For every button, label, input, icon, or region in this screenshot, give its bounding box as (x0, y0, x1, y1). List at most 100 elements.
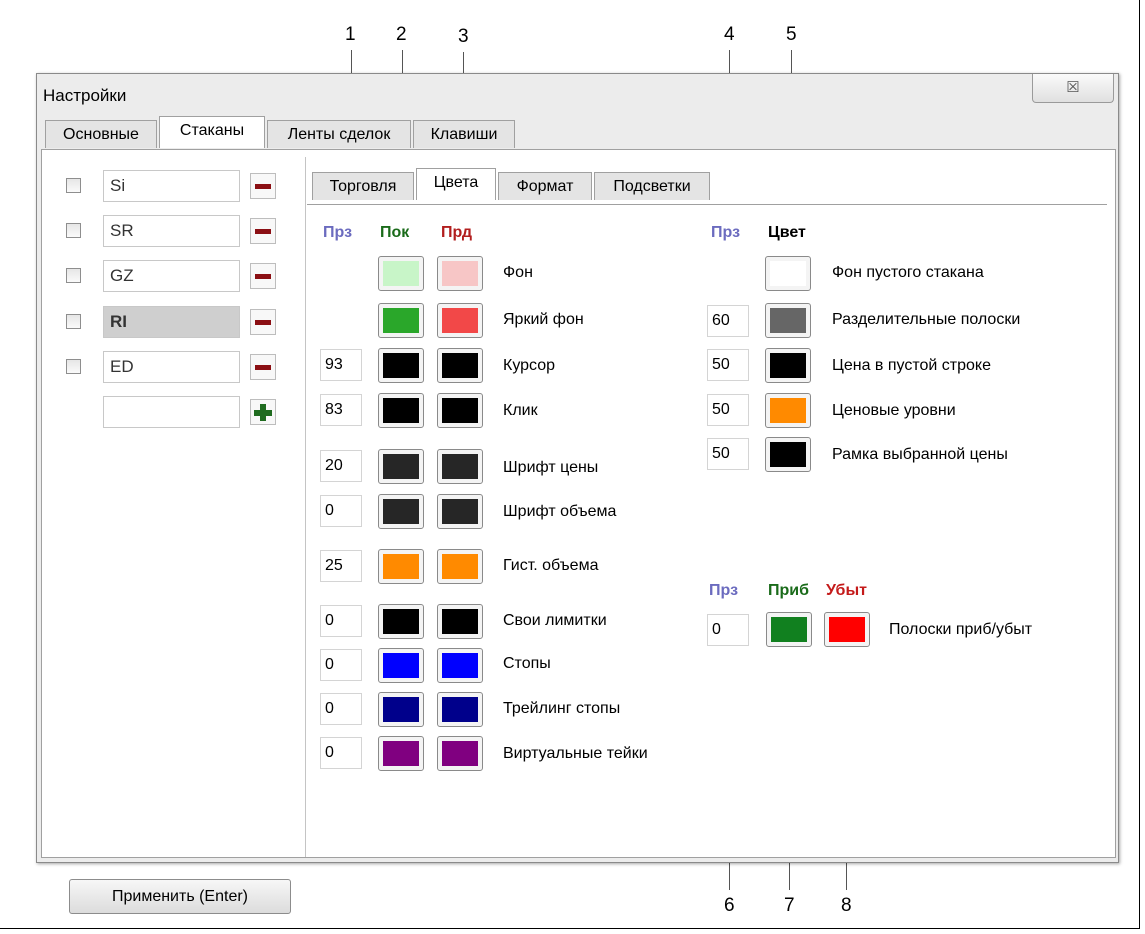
callout-3: 3 (458, 26, 469, 47)
remove-instrument-button[interactable] (250, 218, 276, 244)
header-color: Цвет (768, 224, 806, 241)
tab-trading[interactable]: Торговля (312, 172, 414, 200)
swatch-fill (442, 308, 478, 333)
buy-color-swatch[interactable] (378, 303, 424, 338)
remove-instrument-button[interactable] (250, 263, 276, 289)
instrument-field[interactable]: SR (103, 215, 240, 247)
add-instrument-button[interactable] (250, 399, 276, 425)
minus-icon (255, 274, 271, 279)
settings-window: Настройки ☒ Основные Стаканы Ленты сдело… (36, 73, 1119, 914)
buy-color-swatch[interactable] (378, 494, 424, 529)
row-label: Свои лимитки (503, 612, 607, 629)
transparency-input[interactable]: 50 (707, 349, 749, 381)
callout-1: 1 (345, 24, 356, 45)
tab-highlights[interactable]: Подсветки (594, 172, 710, 200)
color-swatch[interactable] (765, 348, 811, 383)
transparency-input[interactable]: 0 (320, 649, 362, 681)
instrument-checkbox[interactable] (66, 178, 81, 193)
tab-format[interactable]: Формат (498, 172, 592, 200)
transparency-input[interactable]: 20 (320, 450, 362, 482)
callout-6: 6 (724, 895, 735, 916)
color-swatch[interactable] (765, 256, 811, 291)
tab-colors[interactable]: Цвета (416, 168, 496, 200)
remove-instrument-button[interactable] (250, 354, 276, 380)
sell-color-swatch[interactable] (437, 549, 483, 584)
buy-color-swatch[interactable] (378, 692, 424, 727)
buy-color-swatch[interactable] (378, 549, 424, 584)
transparency-input[interactable]: 25 (320, 550, 362, 582)
minus-icon (255, 184, 271, 189)
tab-dom[interactable]: Стаканы (159, 116, 265, 148)
inner-tab-line (307, 204, 1107, 205)
remove-instrument-button[interactable] (250, 173, 276, 199)
buy-color-swatch[interactable] (378, 449, 424, 484)
instrument-checkbox[interactable] (66, 223, 81, 238)
swatch-fill (383, 499, 419, 524)
transparency-input[interactable]: 50 (707, 394, 749, 426)
row-label: Виртуальные тейки (503, 745, 648, 762)
instrument-checkbox[interactable] (66, 359, 81, 374)
instrument-field[interactable]: GZ (103, 260, 240, 292)
transparency-input[interactable]: 0 (320, 495, 362, 527)
sell-color-swatch[interactable] (437, 348, 483, 383)
sell-color-swatch[interactable] (437, 648, 483, 683)
loss-color-swatch[interactable] (824, 612, 870, 647)
swatch-fill (442, 653, 478, 678)
sell-color-swatch[interactable] (437, 494, 483, 529)
apply-button[interactable]: Применить (Enter) (69, 879, 291, 914)
instrument-checkbox[interactable] (66, 314, 81, 329)
buy-color-swatch[interactable] (378, 648, 424, 683)
transparency-input[interactable]: 0 (707, 614, 749, 646)
transparency-input[interactable]: 0 (320, 605, 362, 637)
swatch-fill (442, 454, 478, 479)
swatch-fill (383, 609, 419, 634)
instrument-field-selected[interactable]: RI (103, 306, 240, 338)
swatch-fill (383, 353, 419, 378)
tab-main[interactable]: Основные (45, 120, 157, 148)
sell-color-swatch[interactable] (437, 692, 483, 727)
instrument-field[interactable]: ED (103, 351, 240, 383)
sell-color-swatch[interactable] (437, 604, 483, 639)
sell-color-swatch[interactable] (437, 736, 483, 771)
swatch-fill (770, 308, 806, 333)
new-instrument-field[interactable] (103, 396, 240, 428)
row-label: Трейлинг стопы (503, 700, 621, 717)
transparency-input[interactable]: 50 (707, 438, 749, 470)
sell-color-swatch[interactable] (437, 393, 483, 428)
callout-4: 4 (724, 24, 735, 45)
row-label: Яркий фон (503, 311, 584, 328)
transparency-input[interactable]: 0 (320, 693, 362, 725)
color-swatch[interactable] (765, 393, 811, 428)
transparency-input[interactable]: 0 (320, 737, 362, 769)
header-prz: Прз (323, 224, 353, 241)
sell-color-swatch[interactable] (437, 449, 483, 484)
profit-color-swatch[interactable] (766, 612, 812, 647)
transparency-input[interactable]: 60 (707, 305, 749, 337)
minus-icon (255, 320, 271, 325)
swatch-fill (442, 398, 478, 423)
row-label: Шрифт цены (503, 459, 599, 476)
buy-color-swatch[interactable] (378, 256, 424, 291)
buy-color-swatch[interactable] (378, 348, 424, 383)
swatch-fill (442, 261, 478, 286)
transparency-input[interactable]: 93 (320, 349, 362, 381)
swatch-fill (383, 398, 419, 423)
buy-color-swatch[interactable] (378, 393, 424, 428)
buy-color-swatch[interactable] (378, 736, 424, 771)
sell-color-swatch[interactable] (437, 303, 483, 338)
window-title: Настройки (43, 86, 127, 105)
transparency-input[interactable]: 83 (320, 394, 362, 426)
instrument-field[interactable]: Si (103, 170, 240, 202)
close-button[interactable]: ☒ (1032, 74, 1114, 103)
row-label: Фон (503, 264, 533, 281)
tab-trade-tape[interactable]: Ленты сделок (267, 120, 411, 148)
instrument-checkbox[interactable] (66, 268, 81, 283)
buy-color-swatch[interactable] (378, 604, 424, 639)
sell-color-swatch[interactable] (437, 256, 483, 291)
header-profit: Приб (768, 582, 809, 599)
tab-hotkeys[interactable]: Клавиши (413, 120, 515, 148)
remove-instrument-button[interactable] (250, 309, 276, 335)
row-label: Гист. объема (503, 557, 599, 574)
color-swatch[interactable] (765, 303, 811, 338)
color-swatch[interactable] (765, 437, 811, 472)
